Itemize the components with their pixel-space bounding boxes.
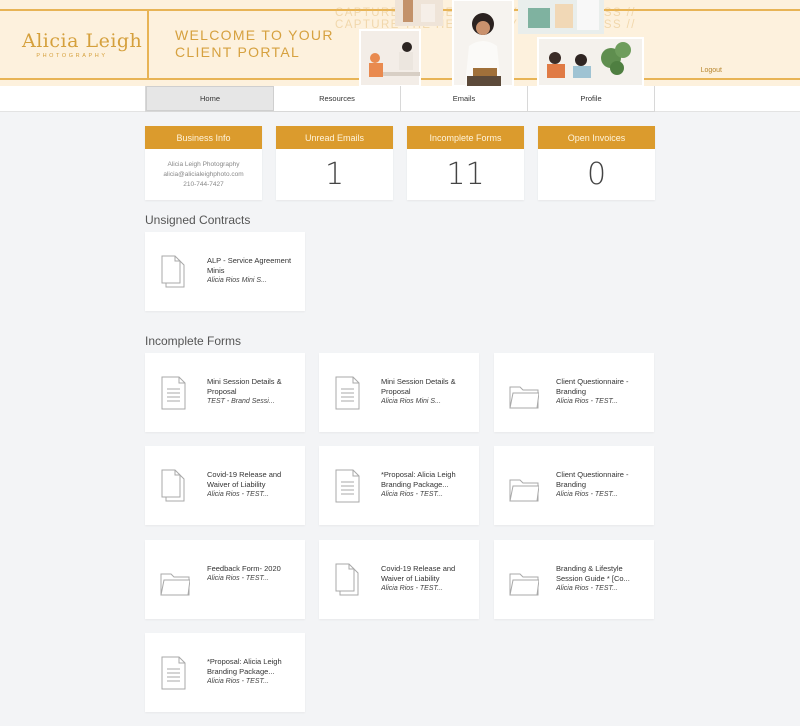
document-icon (161, 656, 186, 690)
unread-emails-count: 1 (324, 156, 345, 192)
form-card-text: Branding & Lifestyle Session Guide * [Co… (556, 564, 648, 594)
photo-top-right (518, 0, 604, 34)
form-client: Alicia Rios - TEST... (207, 678, 269, 685)
business-info-title: Business Info (145, 126, 262, 149)
welcome-heading: WELCOME TO YOUR CLIENT PORTAL (175, 27, 345, 61)
form-card[interactable]: Client Questionnaire - Branding Alicia Ri… (494, 353, 654, 432)
business-name: Alicia Leigh Photography (167, 160, 240, 168)
folder-icon (509, 479, 539, 502)
form-card[interactable]: Branding & Lifestyle Session Guide * [Co… (494, 540, 654, 619)
form-card[interactable]: Client Questionnaire - Branding Alicia Ri… (494, 446, 654, 525)
form-card-text: Feedback Form- 2020 Alicia Rios - TEST... (207, 564, 299, 584)
photo-woman-at-desk (359, 29, 421, 86)
business-info-body: Alicia Leigh Photography alicia@aliciale… (145, 149, 262, 200)
unread-emails-title: Unread Emails (276, 126, 393, 149)
form-client: Alicia Rios Mini S... (381, 398, 441, 405)
open-invoices-card[interactable]: Open Invoices 0 (538, 126, 655, 200)
summary-cards: Business Info Alicia Leigh Photography a… (145, 126, 655, 200)
incomplete-forms-body: 11 (407, 149, 524, 200)
documents-icon (161, 469, 185, 502)
brand-logo[interactable]: Alicia Leigh PHOTOGRAPHY (22, 30, 143, 59)
form-title: Covid-19 Release and Waiver of Liability (381, 564, 456, 583)
incomplete-forms-heading: Incomplete Forms (145, 334, 242, 348)
contract-client: Alicia Rios Mini S... (207, 277, 267, 284)
form-card-text: Mini Session Details & Proposal Alicia Ri… (381, 377, 473, 407)
contract-card[interactable]: ALP - Service Agreement Minis Alicia Rio… (145, 232, 305, 311)
form-card-text: Client Questionnaire - Branding Alicia Ri… (556, 377, 648, 407)
form-card[interactable]: Covid-19 Release and Waiver of Liability… (145, 446, 305, 525)
form-title: Branding & Lifestyle Session Guide * [Co… (556, 564, 630, 583)
main-nav: Home Resources Emails Profile (0, 86, 800, 112)
form-title: Mini Session Details & Proposal (381, 377, 456, 396)
tab-profile[interactable]: Profile (528, 86, 654, 111)
incomplete-forms-count: 11 (446, 156, 485, 192)
form-title: Client Questionnaire - Branding (556, 377, 629, 396)
document-icon (335, 376, 360, 410)
form-title: Mini Session Details & Proposal (207, 377, 282, 396)
form-client: Alicia Rios - TEST... (556, 585, 618, 592)
tab-resources[interactable]: Resources (274, 86, 401, 111)
document-icon (161, 376, 186, 410)
form-client: Alicia Rios - TEST... (381, 585, 443, 592)
incomplete-forms-card[interactable]: Incomplete Forms 11 (407, 126, 524, 200)
folder-icon (509, 386, 539, 409)
unread-emails-card[interactable]: Unread Emails 1 (276, 126, 393, 200)
form-card[interactable]: Feedback Form- 2020 Alicia Rios - TEST... (145, 540, 305, 619)
documents-icon (161, 255, 185, 288)
photo-portrait (452, 0, 514, 86)
incomplete-forms-title: Incomplete Forms (407, 126, 524, 149)
folder-icon (509, 573, 539, 596)
form-title: *Proposal: Alicia Leigh Branding Package… (381, 470, 456, 489)
form-card-text: *Proposal: Alicia Leigh Branding Package… (207, 657, 299, 687)
business-phone[interactable]: 210-744-7427 (183, 180, 223, 190)
form-client: Alicia Rios - TEST... (207, 491, 269, 498)
form-card-text: Mini Session Details & Proposal TEST - Br… (207, 377, 299, 407)
contract-title: ALP - Service Agreement Minis (207, 256, 292, 275)
form-title: *Proposal: Alicia Leigh Branding Package… (207, 657, 282, 676)
business-info-card: Business Info Alicia Leigh Photography a… (145, 126, 262, 200)
tab-home[interactable]: Home (146, 86, 274, 111)
form-title: Client Questionnaire - Branding (556, 470, 629, 489)
form-card-text: Covid-19 Release and Waiver of Liability… (207, 470, 299, 500)
form-client: Alicia Rios - TEST... (207, 575, 269, 582)
form-card[interactable]: Mini Session Details & Proposal Alicia Ri… (319, 353, 479, 432)
open-invoices-count: 0 (586, 156, 607, 192)
form-card[interactable]: *Proposal: Alicia Leigh Branding Package… (319, 446, 479, 525)
nav-tabs: Home Resources Emails Profile (145, 86, 655, 112)
photo-team-with-plant (537, 37, 644, 86)
welcome-line-2: CLIENT PORTAL (175, 44, 301, 60)
contract-card-text: ALP - Service Agreement Minis Alicia Rio… (207, 256, 299, 286)
welcome-line-1: WELCOME TO YOUR (175, 27, 334, 43)
business-email[interactable]: alicia@alicialeighphoto.com (163, 170, 243, 180)
unread-emails-body: 1 (276, 149, 393, 200)
form-client: Alicia Rios - TEST... (556, 398, 618, 405)
form-client: Alicia Rios - TEST... (556, 491, 618, 498)
form-card[interactable]: Mini Session Details & Proposal TEST - Br… (145, 353, 305, 432)
photo-collage (359, 0, 644, 86)
form-title: Feedback Form- 2020 (207, 564, 281, 573)
portal-header: Alicia Leigh PHOTOGRAPHY WELCOME TO YOUR… (0, 0, 800, 86)
brand-name: Alicia Leigh (22, 30, 143, 52)
form-card[interactable]: *Proposal: Alicia Leigh Branding Package… (145, 633, 305, 712)
document-icon (335, 469, 360, 503)
header-divider (147, 9, 149, 80)
logout-link[interactable]: Logout (701, 67, 722, 74)
open-invoices-title: Open Invoices (538, 126, 655, 149)
folder-icon (160, 573, 190, 596)
brand-tagline: PHOTOGRAPHY (36, 53, 108, 59)
form-card-text: Client Questionnaire - Branding Alicia Ri… (556, 470, 648, 500)
form-client: TEST - Brand Sessi... (207, 398, 275, 405)
form-title: Covid-19 Release and Waiver of Liability (207, 470, 282, 489)
form-card-text: *Proposal: Alicia Leigh Branding Package… (381, 470, 473, 500)
form-card[interactable]: Covid-19 Release and Waiver of Liability… (319, 540, 479, 619)
open-invoices-body: 0 (538, 149, 655, 200)
documents-icon (335, 563, 359, 596)
form-card-text: Covid-19 Release and Waiver of Liability… (381, 564, 473, 594)
tab-emails[interactable]: Emails (401, 86, 528, 111)
unsigned-contracts-heading: Unsigned Contracts (145, 213, 251, 227)
form-client: Alicia Rios - TEST... (381, 491, 443, 498)
photo-top-left (395, 0, 443, 26)
